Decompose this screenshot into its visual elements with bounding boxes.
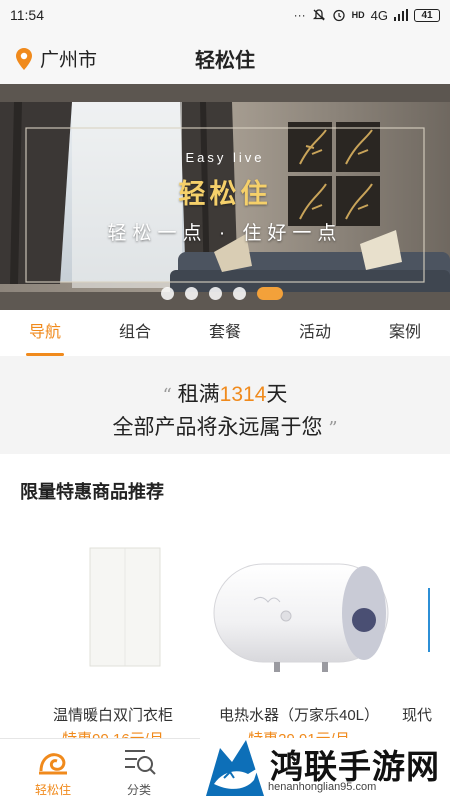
banner-tagline-en: Easy live <box>185 150 265 165</box>
carousel-dot[interactable] <box>209 287 222 300</box>
tab-combo[interactable]: 组合 <box>90 312 180 356</box>
product-price: 特惠99.16元/月 <box>18 728 208 738</box>
tab-navigation[interactable]: 导航 <box>0 312 90 356</box>
product-card[interactable]: 电热水器（万家乐40L） 特惠29.91元/月 <box>204 520 394 738</box>
product-name: 温情暖白双门衣柜 <box>52 707 173 724</box>
bottom-nav-category[interactable]: 分类 <box>104 745 174 798</box>
banner-slogan: 轻松一点 · 住好一点 <box>107 223 343 244</box>
product-name: 现代 <box>402 707 433 724</box>
mute-icon <box>312 9 325 21</box>
open-quote: “ <box>162 385 172 406</box>
banner-title: 轻松住 <box>178 179 272 209</box>
water-heater-image <box>213 563 389 672</box>
bottom-nav-home-label: 轻松住 <box>34 783 71 797</box>
category-tabs: 导航 组合 套餐 活动 案例 <box>0 312 450 356</box>
status-time: 11:54 <box>10 7 44 23</box>
tab-activity[interactable]: 活动 <box>270 312 360 356</box>
banner-carousel[interactable]: Easy live 轻松住 轻松一点 · 住好一点 <box>0 84 450 310</box>
product-card[interactable]: 温情暖白双门衣柜 特惠99.16元/月 <box>18 520 208 738</box>
tab-package[interactable]: 套餐 <box>180 312 270 356</box>
bottom-nav-category-label: 分类 <box>126 783 151 797</box>
promo-text: 全部产品将永远属于您 <box>112 416 323 439</box>
close-quote: ” <box>328 418 338 439</box>
top-bar: 广州市 轻松住 <box>0 30 450 84</box>
bottom-nav-home[interactable]: 轻松住 <box>18 745 88 798</box>
tab-cases[interactable]: 案例 <box>360 312 450 356</box>
watermark-logo-icon <box>206 740 264 796</box>
category-icon <box>125 750 156 775</box>
network-label: 4G <box>370 7 388 23</box>
wardrobe-image <box>89 547 161 667</box>
status-icons: ··· HD 4G 41 <box>294 8 440 23</box>
product-list[interactable]: 温情暖白双门衣柜 特惠99.16元/月 电热水器（万家乐40L） 特惠29.91… <box>0 520 450 738</box>
hd-signal-icon: HD <box>351 10 365 20</box>
product-price: 特惠29.91元/月 <box>204 728 394 738</box>
signal-icon <box>394 9 408 21</box>
watermark: 鸿联手游网 henanhonglian95.com <box>200 738 450 800</box>
promo-suffix: 天 <box>266 383 288 406</box>
carousel-dot[interactable] <box>161 287 174 300</box>
battery-icon: 41 <box>414 8 440 22</box>
watermark-url: henanhonglian95.com <box>268 781 377 793</box>
promo-banner: “ 租满1314天 全部产品将永远属于您 ” <box>0 356 450 454</box>
product-image <box>428 588 430 652</box>
status-bar: 11:54 ··· HD 4G 41 <box>0 0 450 30</box>
carousel-dot-active[interactable] <box>257 287 283 300</box>
carousel-dot[interactable] <box>233 287 246 300</box>
alarm-icon <box>333 9 345 22</box>
section-title: 限量特惠商品推荐 <box>20 482 164 502</box>
page-title: 轻松住 <box>195 50 255 72</box>
promo-line-1: “ 租满1314天 <box>0 378 450 408</box>
promo-prefix: 租满 <box>177 383 220 406</box>
promo-days: 1314 <box>219 383 267 406</box>
carousel-dot[interactable] <box>185 287 198 300</box>
more-dots-icon: ··· <box>293 8 306 22</box>
product-name: 电热水器（万家乐40L） <box>218 707 380 724</box>
promo-line-2: 全部产品将永远属于您 ” <box>0 411 450 441</box>
home-snail-icon <box>39 753 67 775</box>
product-card[interactable]: 现代 <box>390 520 450 738</box>
carousel-indicator[interactable] <box>161 287 283 300</box>
